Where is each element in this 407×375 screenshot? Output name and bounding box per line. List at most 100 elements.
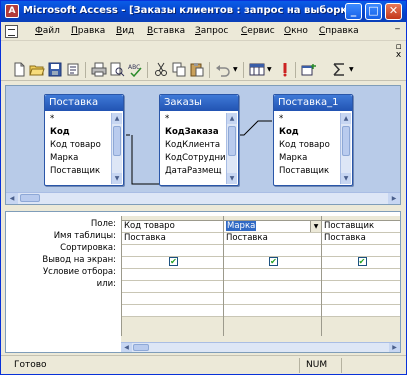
field-cell[interactable]: Марка ▼ — [224, 221, 321, 233]
criteria-cell[interactable] — [122, 269, 223, 281]
empty-cell[interactable] — [224, 293, 321, 305]
show-table-icon[interactable] — [301, 62, 317, 77]
doc-minimize-button[interactable]: _ — [392, 21, 403, 31]
field-item[interactable]: * — [162, 113, 226, 126]
empty-cell[interactable] — [224, 305, 321, 317]
undo-dropdown-icon[interactable]: ▼ — [233, 66, 238, 73]
query-type-dropdown-icon[interactable]: ▼ — [267, 66, 272, 73]
open-icon[interactable] — [29, 62, 45, 77]
show-checkbox[interactable]: ✔ — [269, 257, 278, 266]
empty-cell[interactable] — [122, 305, 223, 317]
scroll-thumb[interactable] — [20, 194, 40, 202]
access-key-icon[interactable]: A — [5, 4, 19, 18]
field-item[interactable]: ДатаРазмещ — [162, 165, 226, 178]
scroll-right-icon[interactable]: ▶ — [389, 343, 400, 352]
field-item[interactable]: Поставщик — [47, 165, 111, 178]
grid-hscrollbar[interactable]: ◀ ▶ — [121, 342, 400, 352]
table-title[interactable]: Поставка_1 — [274, 95, 352, 111]
menu-insert[interactable]: Вставка — [147, 26, 185, 36]
field-cell[interactable]: Код товаро — [122, 221, 223, 233]
scroll-thumb[interactable] — [342, 126, 350, 156]
title-bar[interactable]: A Microsoft Access - [Заказы клиентов : … — [1, 1, 406, 22]
empty-cell[interactable] — [122, 293, 223, 305]
criteria-cell[interactable] — [322, 269, 400, 281]
sort-cell[interactable] — [224, 245, 321, 257]
pane-splitter[interactable] — [5, 207, 401, 210]
grid-column[interactable]: Код товаро Поставка ✔ — [121, 216, 223, 336]
save-icon[interactable] — [47, 62, 63, 77]
table-title[interactable]: Заказы — [160, 95, 238, 111]
scroll-up-icon[interactable]: ▲ — [112, 113, 122, 124]
query-tables-pane[interactable]: Поставка * Код Код товаро Марка Поставщи… — [5, 85, 401, 205]
grid-column[interactable]: Марка ▼ Поставка ✔ — [223, 216, 321, 336]
field-item[interactable]: * — [276, 113, 340, 126]
menu-file[interactable]: Файл — [35, 26, 60, 36]
or-cell[interactable] — [224, 281, 321, 293]
empty-cell[interactable] — [322, 293, 400, 305]
menu-view[interactable]: Вид — [116, 26, 134, 36]
criteria-cell[interactable] — [224, 269, 321, 281]
scroll-thumb[interactable] — [228, 126, 236, 156]
run-icon[interactable] — [277, 62, 293, 77]
field-item[interactable]: * — [47, 113, 111, 126]
menu-help[interactable]: Справка — [319, 26, 359, 36]
scroll-up-icon[interactable]: ▲ — [227, 113, 237, 124]
totals-icon[interactable] — [331, 62, 347, 77]
field-list-scrollbar[interactable]: ▲ ▼ — [111, 113, 122, 184]
new-icon[interactable] — [11, 62, 27, 77]
maximize-button[interactable]: □ — [365, 3, 382, 20]
minimize-button[interactable]: _ — [345, 3, 362, 20]
paste-icon[interactable] — [189, 62, 205, 77]
field-cell-value[interactable]: Марка — [226, 221, 257, 231]
show-checkbox[interactable]: ✔ — [357, 257, 367, 266]
table-title[interactable]: Поставка — [45, 95, 123, 111]
table-cell[interactable]: Поставка — [322, 233, 400, 245]
table-postavka[interactable]: Поставка * Код Код товаро Марка Поставщи… — [44, 94, 124, 186]
or-cell[interactable] — [322, 281, 400, 293]
field-list-scrollbar[interactable]: ▲ ▼ — [226, 113, 237, 184]
field-item[interactable]: КодКлиента — [162, 139, 226, 152]
menu-query[interactable]: Запрос — [195, 26, 228, 36]
field-item[interactable]: Код — [276, 126, 340, 139]
field-dropdown-icon[interactable]: ▼ — [310, 221, 321, 232]
copy-icon[interactable] — [171, 62, 187, 77]
field-item[interactable]: Код — [47, 126, 111, 139]
field-list-scrollbar[interactable]: ▲ ▼ — [340, 113, 351, 184]
table-cell[interactable]: Поставка — [122, 233, 223, 245]
sort-cell[interactable] — [122, 245, 223, 257]
menu-edit[interactable]: Правка — [71, 26, 105, 36]
scroll-thumb[interactable] — [113, 126, 121, 156]
field-item[interactable]: Поставщик — [276, 165, 340, 178]
totals-dropdown-icon[interactable]: ▼ — [349, 66, 354, 73]
print-icon[interactable] — [91, 62, 107, 77]
cut-icon[interactable] — [153, 62, 169, 77]
field-item[interactable]: Марка — [47, 152, 111, 165]
scroll-thumb[interactable] — [133, 344, 149, 351]
field-cell[interactable]: Поставщик — [322, 221, 400, 233]
query-document-icon[interactable] — [5, 25, 18, 38]
spelling-icon[interactable]: ABC — [127, 62, 143, 77]
close-button[interactable]: ✕ — [385, 3, 402, 20]
field-item[interactable]: Код товаро — [47, 139, 111, 152]
scroll-right-icon[interactable]: ▶ — [388, 193, 400, 204]
menu-tools[interactable]: Сервис — [241, 26, 275, 36]
table-zakazy[interactable]: Заказы * КодЗаказа КодКлиента КодСотрудн… — [159, 94, 239, 186]
grid-column[interactable]: Поставщик Поставка ✔ — [321, 216, 400, 336]
table-cell[interactable]: Поставка — [224, 233, 321, 245]
table-postavka-1[interactable]: Поставка_1 * Код Код товаро Марка Постав… — [273, 94, 353, 186]
properties-icon[interactable] — [65, 62, 81, 77]
scroll-down-icon[interactable]: ▼ — [341, 173, 351, 184]
sort-cell[interactable] — [322, 245, 400, 257]
scroll-down-icon[interactable]: ▼ — [112, 173, 122, 184]
or-cell[interactable] — [122, 281, 223, 293]
field-item[interactable]: Марка — [276, 152, 340, 165]
menu-window[interactable]: Окно — [284, 26, 308, 36]
tables-pane-hscrollbar[interactable]: ◀ ▶ — [6, 192, 400, 204]
print-preview-icon[interactable] — [109, 62, 125, 77]
show-checkbox[interactable]: ✔ — [169, 257, 178, 266]
undo-icon[interactable] — [215, 62, 231, 77]
query-type-icon[interactable] — [249, 62, 265, 77]
scroll-left-icon[interactable]: ◀ — [6, 193, 18, 204]
field-item[interactable]: Код товаро — [276, 139, 340, 152]
scroll-left-icon[interactable]: ◀ — [121, 343, 132, 352]
